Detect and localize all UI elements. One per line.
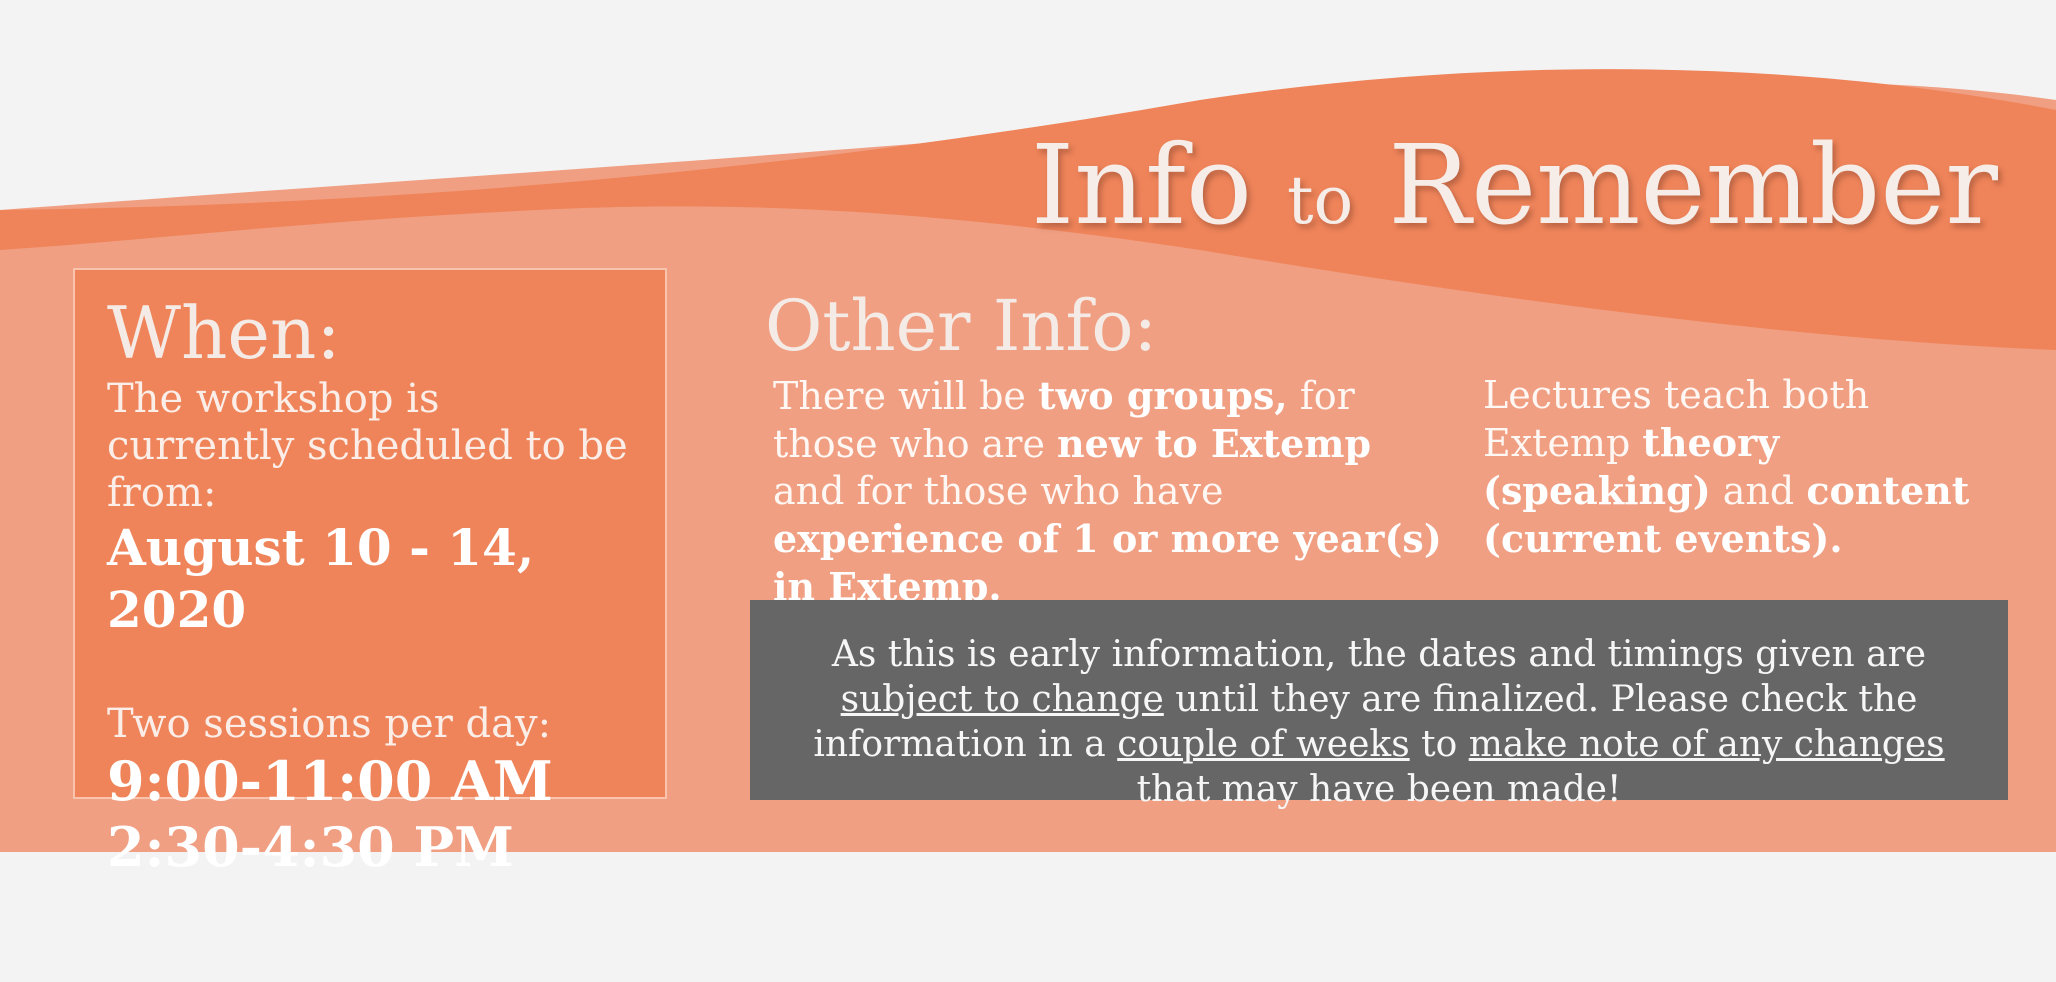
title-word-to: to <box>1287 162 1354 239</box>
session-morning: 9:00-11:00 AM <box>107 749 553 813</box>
when-heading: When: <box>107 291 341 375</box>
sessions-label: Two sessions per day: <box>107 701 552 747</box>
groups-bold-1: two groups, <box>1038 373 1288 418</box>
when-box: When: The workshop is currently schedule… <box>73 268 667 879</box>
title-word-info: Info <box>1030 121 1253 249</box>
lectures-info: Lectures teach both Extemp theory (speak… <box>1483 372 2003 563</box>
note-underline-3: make note of any changes <box>1468 724 1945 765</box>
page-title: Info to Remember <box>1031 120 1998 266</box>
note-text-4: that may have been made! <box>1136 769 1622 810</box>
when-intro: The workshop is currently scheduled to b… <box>107 376 628 516</box>
note-text-1: As this is early information, the dates … <box>831 634 1927 675</box>
disclaimer-note: As this is early information, the dates … <box>750 600 2008 810</box>
title-word-remember: Remember <box>1388 121 1998 249</box>
note-underline-1: subject to change <box>840 679 1164 720</box>
groups-info: There will be two groups, for those who … <box>773 372 1453 611</box>
workshop-dates: August 10 - 14, 2020 <box>107 518 535 639</box>
session-afternoon: 2:30-4:30 PM <box>107 815 514 879</box>
other-info-heading: Other Info: <box>765 285 1158 367</box>
lectures-text-2: and <box>1710 469 1807 513</box>
groups-bold-2: new to Extemp <box>1057 421 1372 466</box>
groups-bold-3: experience of 1 or more year(s) in Extem… <box>773 516 1442 609</box>
note-text-3: to <box>1409 724 1469 765</box>
note-underline-2: couple of weeks <box>1117 724 1410 765</box>
groups-text-1: There will be <box>773 374 1038 418</box>
groups-text-3: and for those who have <box>773 469 1224 513</box>
